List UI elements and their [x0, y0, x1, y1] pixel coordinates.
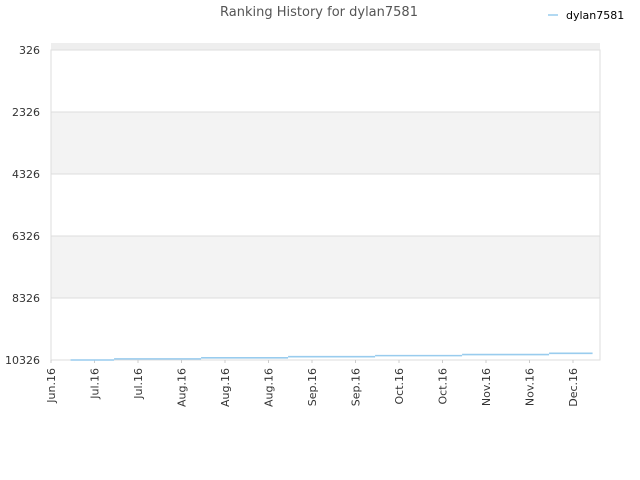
x-tick-label: Aug.16	[176, 368, 189, 407]
y-tick-label: 4326	[12, 168, 40, 181]
x-tick-label: Jul.16	[89, 368, 102, 400]
y-tick-label: 10326	[5, 354, 40, 367]
plot-band	[51, 50, 600, 112]
y-tick-label: 8326	[12, 292, 40, 305]
chart-title: Ranking History for dylan7581	[220, 5, 418, 20]
x-tick-label: Jun.16	[45, 368, 58, 404]
x-tick-label: Dec.16	[567, 368, 580, 407]
x-tick-label: Nov.16	[524, 368, 537, 406]
y-axis: 326 2326 4326 6326 8326 10326	[5, 44, 40, 367]
x-tick-label: Oct.16	[393, 368, 406, 405]
x-tick-label: Jul.16	[132, 368, 145, 400]
x-tick-label: Sep.16	[350, 368, 363, 406]
legend-label: dylan7581	[566, 9, 624, 22]
plot-bands	[51, 43, 600, 360]
y-tick-label: 326	[19, 44, 40, 57]
x-tick-label: Nov.16	[480, 368, 493, 406]
legend: dylan7581	[548, 9, 624, 22]
x-tick-label: Aug.16	[219, 368, 232, 407]
y-tick-label: 6326	[12, 230, 40, 243]
plot-band	[51, 236, 600, 298]
x-tick-label: Sep.16	[306, 368, 319, 406]
x-axis: Jun.16 Jul.16 Jul.16 Aug.16 Aug.16 Aug.16 Sep.…	[45, 360, 580, 407]
ranking-history-chart: Ranking History for dylan7581 dylan7581 …	[5, 5, 624, 407]
plot-band	[51, 174, 600, 236]
plot-band	[51, 298, 600, 360]
plot-band	[51, 112, 600, 174]
x-tick-label: Aug.16	[263, 368, 276, 407]
plot-band	[51, 43, 600, 50]
x-tick-label: Oct.16	[437, 368, 450, 405]
y-tick-label: 2326	[12, 106, 40, 119]
